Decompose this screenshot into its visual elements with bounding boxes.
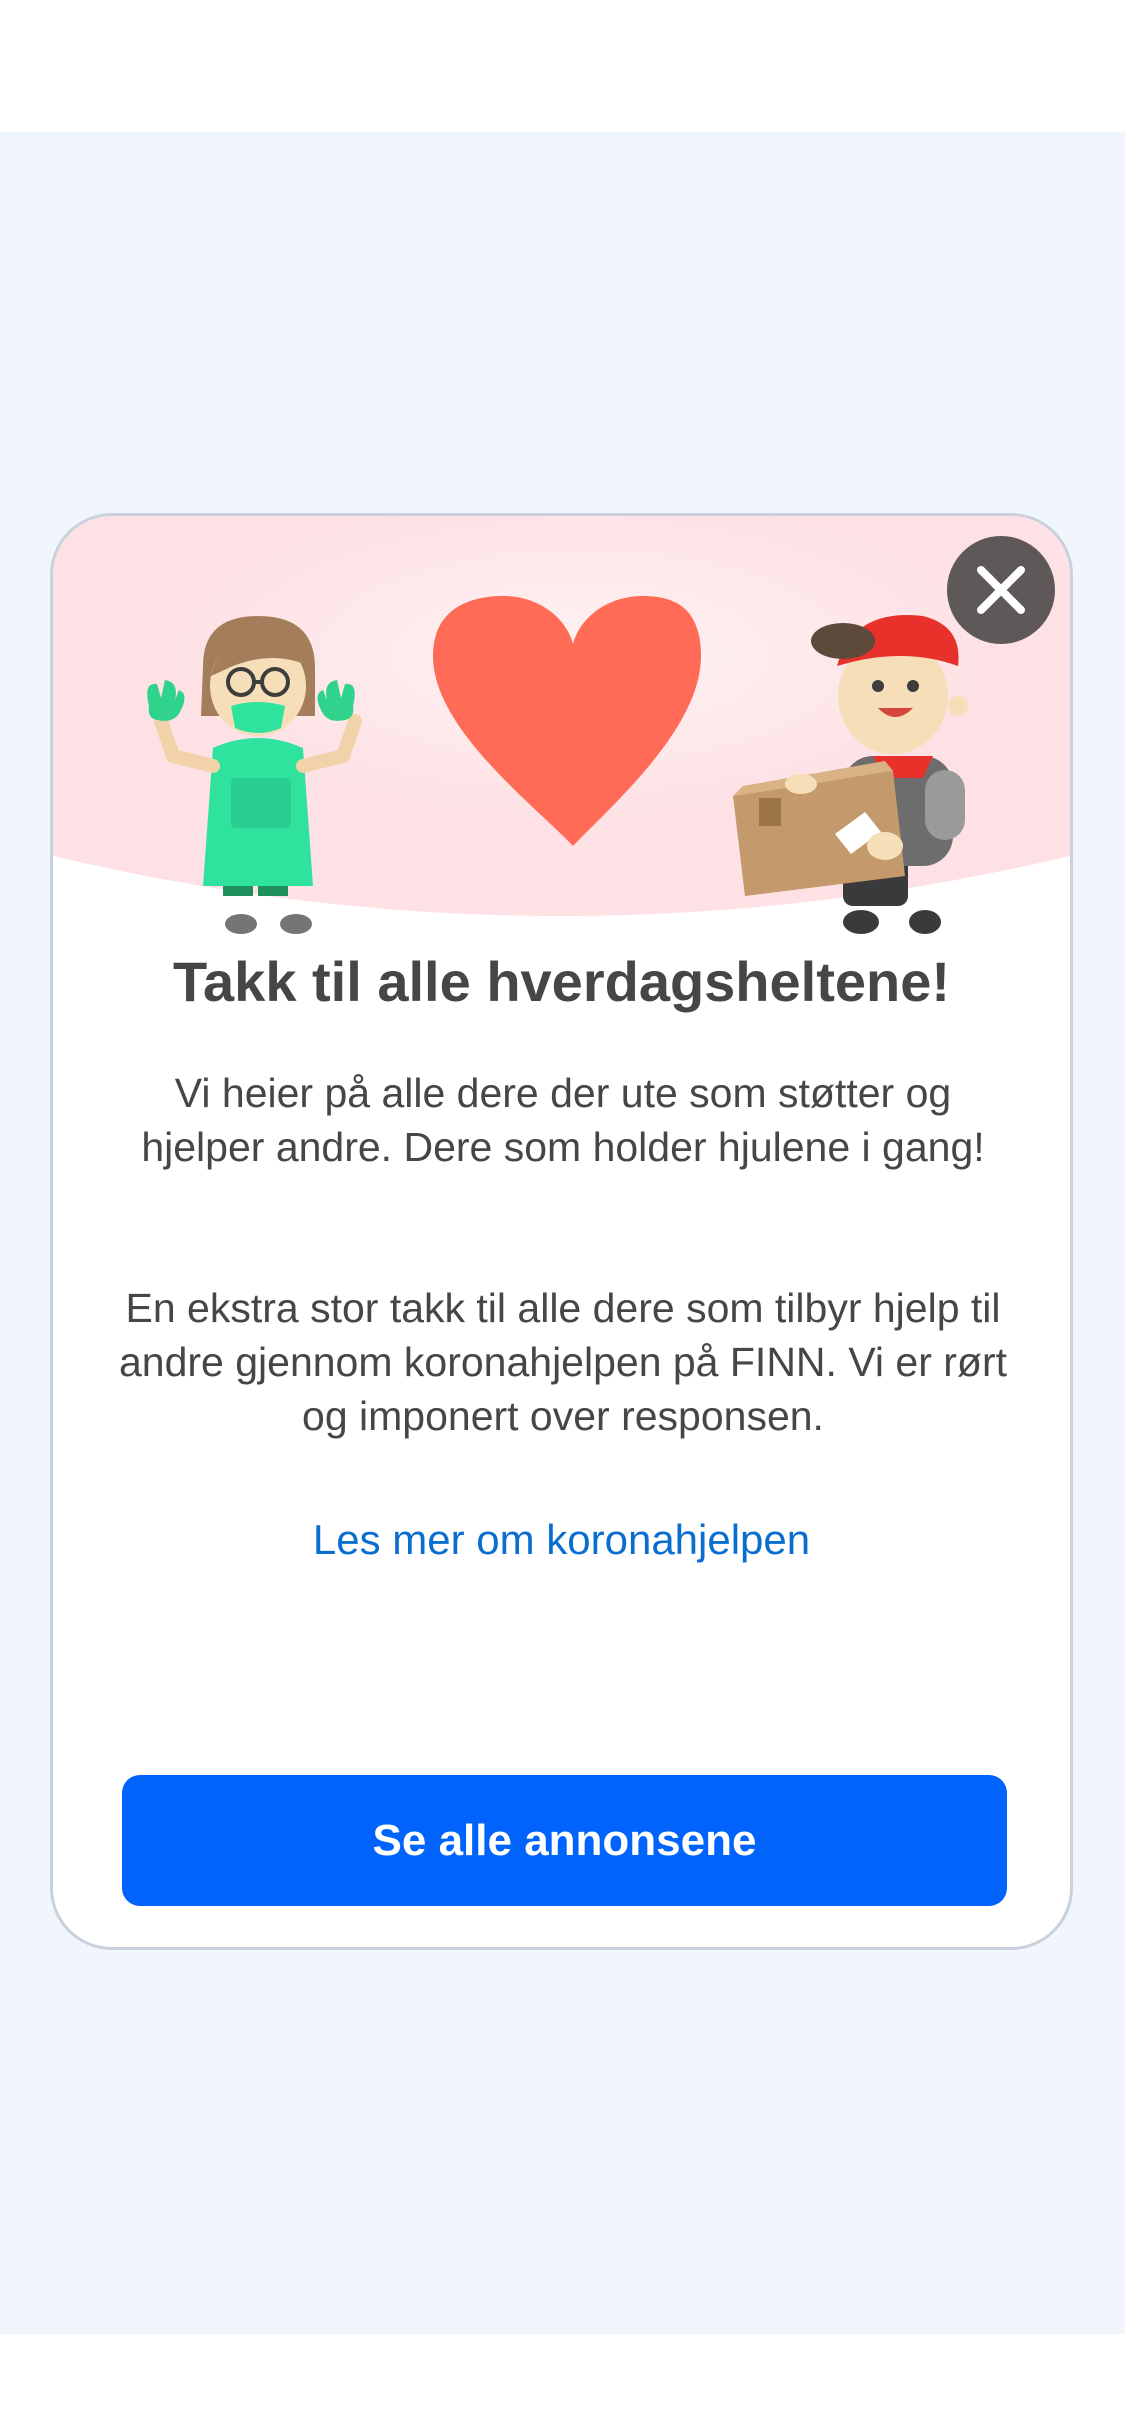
dialog-title: Takk til alle hverdagsheltene! [172,950,951,1013]
thanks-paragraph: En ekstra stor takk til alle dere som ti… [118,1285,1008,1439]
read-more-link[interactable]: Les mer om koronahjelpen [53,1516,1070,1564]
see-all-ads-button[interactable]: Se alle annonsene [122,1775,1007,1906]
close-button[interactable] [947,536,1055,644]
thank-you-dialog: Takk til alle hverdagsheltene! Vi heier … [50,513,1073,1950]
intro-paragraph: Vi heier på alle dere der ute som støtte… [141,1070,985,1170]
hero-illustration [53,516,1070,946]
close-icon [977,566,1025,614]
